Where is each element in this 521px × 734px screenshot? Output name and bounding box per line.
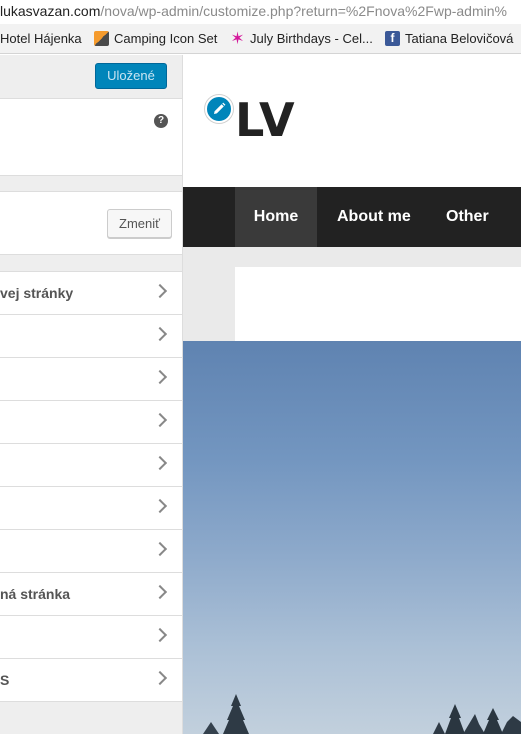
section-item[interactable] [0, 530, 182, 573]
bookmark-label: Camping Icon Set [114, 31, 218, 46]
camping-icon [94, 31, 109, 46]
bookmark-label: July Birthdays - Cel... [250, 31, 373, 46]
nav-item-home[interactable]: Home [235, 187, 317, 247]
customizer-info-panel: ? [0, 99, 182, 176]
chevron-right-icon [152, 283, 168, 299]
section-item[interactable] [0, 315, 182, 358]
bookmark-label: Tatiana Belovičová [405, 31, 514, 46]
facebook-icon: f [385, 31, 400, 46]
section-item[interactable]: ná stránka [0, 573, 182, 616]
chevron-right-icon [152, 369, 168, 385]
pencil-icon [214, 102, 226, 114]
customizer-sidebar: Uložené ? Zmeniť vej stránky ná stránka … [0, 55, 183, 734]
bookmark-hotel-hajenka[interactable]: Hotel Hájenka [0, 31, 82, 46]
customizer-header: Uložené [0, 55, 182, 99]
section-item[interactable] [0, 358, 182, 401]
section-item[interactable]: S [0, 659, 182, 702]
bookmark-tatiana-belovicova[interactable]: f Tatiana Belovičová [385, 31, 513, 46]
section-label: ná stránka [0, 586, 71, 602]
hero-image [183, 341, 521, 734]
bookmark-label: Hotel Hájenka [0, 31, 82, 46]
section-label: S [0, 672, 10, 688]
chevron-right-icon [152, 498, 168, 514]
site-title[interactable]: LV [235, 93, 296, 147]
bookmark-camping-icon-set[interactable]: Camping Icon Set [94, 31, 217, 46]
bookmarks-bar: Hotel Hájenka Camping Icon Set ✶ July Bi… [0, 24, 521, 54]
content-card [235, 267, 521, 341]
chevron-right-icon [152, 584, 168, 600]
bookmark-july-birthdays[interactable]: ✶ July Birthdays - Cel... [230, 29, 373, 48]
section-item[interactable] [0, 444, 182, 487]
address-bar[interactable]: lukasvazan.com/nova/wp-admin/customize.p… [0, 0, 521, 24]
star-icon: ✶ [230, 29, 245, 48]
save-button[interactable]: Uložené [95, 63, 167, 89]
section-item[interactable] [0, 487, 182, 530]
active-theme-panel: Zmeniť [0, 191, 182, 255]
customizer-sections-list: vej stránky ná stránka S [0, 271, 182, 702]
section-label: vej stránky [0, 285, 74, 301]
edit-shortcut-button[interactable] [205, 95, 233, 123]
primary-navigation: Home About me Other [183, 187, 521, 247]
chevron-right-icon [152, 455, 168, 471]
chevron-right-icon [152, 627, 168, 643]
url-domain: lukasvazan.com [0, 3, 101, 19]
site-preview: LV Home About me Other [183, 55, 521, 734]
nav-item-about-me[interactable]: About me [337, 187, 411, 247]
chevron-right-icon [152, 670, 168, 686]
chevron-right-icon [152, 326, 168, 342]
section-item[interactable] [0, 401, 182, 444]
section-item[interactable] [0, 616, 182, 659]
chevron-right-icon [152, 541, 168, 557]
chevron-right-icon [152, 412, 168, 428]
help-icon[interactable]: ? [154, 114, 168, 128]
section-item[interactable]: vej stránky [0, 272, 182, 315]
tree-silhouette-image [203, 694, 521, 734]
change-theme-button[interactable]: Zmeniť [107, 209, 172, 238]
url-text[interactable]: lukasvazan.com/nova/wp-admin/customize.p… [0, 3, 507, 19]
nav-item-other[interactable]: Other [446, 187, 489, 247]
site-header: LV [183, 55, 521, 187]
url-path: /nova/wp-admin/customize.php?return=%2Fn… [100, 3, 507, 19]
